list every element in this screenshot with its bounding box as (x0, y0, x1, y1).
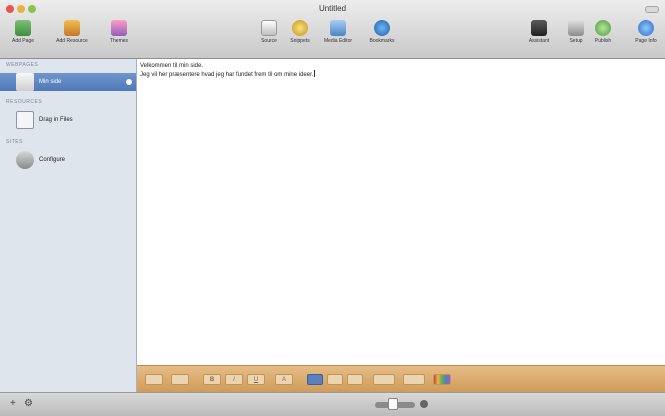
sidebar-item-page-label: Min side (39, 79, 62, 85)
link-icon[interactable] (403, 374, 425, 385)
add-icon[interactable]: + (10, 399, 16, 409)
app-window: Untitled Add Page Add Resource Themes So… (0, 0, 665, 416)
text-caret (314, 70, 316, 77)
themes-icon (111, 20, 127, 36)
align-left-button[interactable] (307, 374, 323, 385)
editor-area[interactable]: Velkommen til min side. Jeg vil her præs… (137, 59, 665, 365)
pencil-icon[interactable] (171, 374, 189, 385)
gear-icon (16, 151, 34, 169)
bookmarks-button[interactable]: Bookmarks (364, 20, 400, 44)
source-button[interactable]: Source (255, 20, 283, 44)
sites-section-header: SITES (6, 139, 23, 145)
setup-button[interactable]: Setup (565, 20, 587, 44)
italic-button[interactable]: I (225, 374, 243, 385)
align-right-button[interactable] (347, 374, 363, 385)
current-page-indicator (126, 79, 132, 85)
add-resource-icon (64, 20, 80, 36)
themes-button[interactable]: Themes (106, 20, 132, 44)
toolbar-toggle-button[interactable] (645, 6, 659, 13)
zoom-slider-knob[interactable] (388, 398, 398, 410)
source-code-icon (261, 20, 277, 36)
sidebar-item-page[interactable]: Min side (16, 73, 61, 91)
webpages-section-header: WEBPAGES (6, 62, 39, 68)
home-page-icon (16, 73, 34, 91)
media-editor-icon (330, 20, 346, 36)
setup-icon (568, 20, 584, 36)
preview-icon[interactable] (420, 400, 428, 408)
download-arrow-icon (16, 111, 34, 129)
align-center-button[interactable] (327, 374, 343, 385)
media-editor-button[interactable]: Media Editor (318, 20, 358, 44)
publish-button[interactable]: Publish (589, 20, 617, 44)
snippets-button[interactable]: Snippets (286, 20, 314, 44)
list-button[interactable] (373, 374, 395, 385)
window-title: Untitled (318, 4, 347, 13)
publish-icon (595, 20, 611, 36)
assistant-icon (531, 20, 547, 36)
snippets-icon (292, 20, 308, 36)
eraser-icon[interactable] (145, 374, 163, 385)
sidebar: WEBPAGES Min side RESOURCES Drag in File… (0, 59, 137, 392)
assistant-button[interactable]: Assistant (525, 20, 553, 44)
resources-section-header: RESOURCES (6, 99, 43, 105)
bottom-bar: + ⚙ (0, 392, 665, 416)
editor-line-2: Jeg vil her præsentere hvad jeg har fund… (140, 70, 316, 78)
page-info-button[interactable]: Page Info (632, 20, 660, 44)
font-size-button[interactable]: A (275, 374, 293, 385)
add-page-icon (15, 20, 31, 36)
add-resource-button[interactable]: Add Resource (52, 20, 92, 44)
action-gear-icon[interactable]: ⚙ (24, 399, 33, 409)
format-bar: B I U A (137, 365, 665, 393)
sidebar-item-configure[interactable]: Configure (16, 151, 65, 169)
info-icon (638, 20, 654, 36)
bookmarks-globe-icon (374, 20, 390, 36)
underline-button[interactable]: U (247, 374, 265, 385)
editor-line-1: Velkommen til min side. (140, 63, 204, 69)
bold-button[interactable]: B (203, 374, 221, 385)
toolbar: Untitled Add Page Add Resource Themes So… (0, 0, 665, 59)
add-page-button[interactable]: Add Page (8, 20, 38, 44)
color-picker-button[interactable] (433, 374, 451, 385)
sidebar-item-drag-files[interactable]: Drag in Files (16, 111, 73, 129)
